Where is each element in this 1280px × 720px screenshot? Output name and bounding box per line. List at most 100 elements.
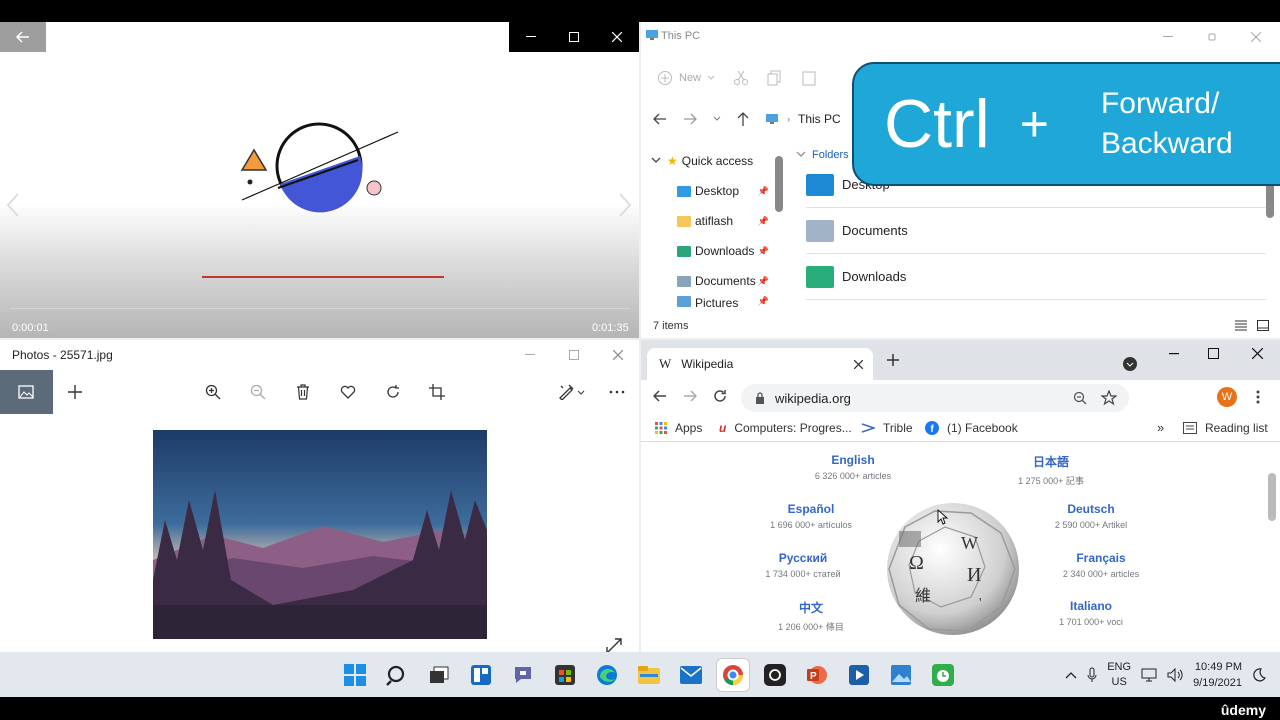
- nav-pictures[interactable]: Pictures 📌: [641, 296, 781, 310]
- reload-icon[interactable]: [713, 389, 727, 403]
- content-scrollbar[interactable]: [1266, 182, 1274, 218]
- nav-quick-access[interactable]: ★ Quick access: [641, 146, 781, 176]
- cut-icon[interactable]: [733, 70, 749, 86]
- volume-icon[interactable]: [1167, 667, 1183, 682]
- tiles-view-icon[interactable]: [1257, 320, 1269, 331]
- details-view-icon[interactable]: [1235, 320, 1247, 331]
- photos-app-icon[interactable]: [885, 659, 917, 691]
- bookmark-apps[interactable]: Apps: [655, 421, 702, 435]
- back-arrow-icon[interactable]: [0, 22, 46, 52]
- bookmark-facebook[interactable]: f (1) Facebook: [925, 420, 1018, 435]
- zoom-out-icon[interactable]: [236, 370, 281, 414]
- edge-icon[interactable]: [591, 659, 623, 691]
- paste-icon[interactable]: [801, 70, 817, 86]
- url-bar[interactable]: wikipedia.org: [741, 384, 1129, 412]
- widgets-icon[interactable]: [465, 659, 497, 691]
- maximize-icon[interactable]: [552, 22, 595, 52]
- page-scrollbar[interactable]: [1268, 473, 1276, 521]
- new-tab-icon[interactable]: [887, 354, 899, 366]
- next-icon[interactable]: [618, 192, 632, 218]
- menu-icon[interactable]: [1256, 390, 1260, 404]
- chevron-down-icon[interactable]: [713, 116, 721, 122]
- maximize-icon[interactable]: [1208, 348, 1219, 359]
- lang-french[interactable]: Français 2 340 000+ articles: [1021, 551, 1181, 579]
- language-indicator[interactable]: ENG US: [1107, 660, 1131, 690]
- crop-icon[interactable]: [415, 370, 460, 414]
- microphone-icon[interactable]: [1087, 667, 1097, 683]
- close-icon[interactable]: [596, 22, 639, 52]
- close-icon[interactable]: [1234, 22, 1278, 52]
- media-player-icon[interactable]: [843, 659, 875, 691]
- breadcrumb[interactable]: › This PC: [765, 112, 841, 126]
- search-icon[interactable]: [381, 659, 413, 691]
- file-explorer-icon[interactable]: [633, 659, 665, 691]
- folder-documents[interactable]: Documents: [806, 208, 1266, 254]
- zoom-icon[interactable]: [1073, 391, 1087, 405]
- forward-arrow-icon[interactable]: [683, 113, 697, 125]
- minimize-icon[interactable]: [1169, 353, 1179, 355]
- powerpoint-icon[interactable]: P: [801, 659, 833, 691]
- rotate-icon[interactable]: [370, 370, 415, 414]
- notification-moon-icon[interactable]: [1252, 667, 1266, 682]
- image-icon[interactable]: [0, 370, 53, 414]
- svg-text:維: 維: [915, 586, 931, 605]
- fullscreen-icon[interactable]: [604, 636, 624, 652]
- lang-russian[interactable]: Русский 1 734 000+ статей: [723, 551, 883, 579]
- current-time: 0:00:01: [12, 322, 49, 334]
- lang-english[interactable]: English 6 326 000+ articles: [773, 453, 933, 481]
- seek-bar[interactable]: [10, 308, 630, 309]
- zoom-in-icon[interactable]: [191, 370, 236, 414]
- lang-chinese[interactable]: 中文 1 206 000+ 條目: [731, 599, 891, 633]
- avatar[interactable]: W: [1217, 387, 1237, 407]
- up-arrow-icon[interactable]: [737, 112, 749, 126]
- close-icon[interactable]: [1252, 348, 1263, 359]
- add-icon[interactable]: [53, 370, 98, 414]
- bookmark-trible[interactable]: Trible: [861, 421, 913, 435]
- more-icon[interactable]: [594, 370, 639, 414]
- nav-atiflash[interactable]: atiflash 📌: [641, 206, 781, 236]
- network-icon[interactable]: [1141, 668, 1157, 682]
- close-tab-icon[interactable]: [854, 359, 863, 369]
- nav-desktop[interactable]: Desktop 📌: [641, 176, 781, 206]
- tab-wikipedia[interactable]: W Wikipedia: [647, 348, 873, 380]
- new-button[interactable]: New: [657, 70, 715, 86]
- edit-icon[interactable]: [549, 370, 594, 414]
- task-view-icon[interactable]: [423, 659, 455, 691]
- chrome-icon[interactable]: [717, 658, 749, 691]
- previous-icon[interactable]: [6, 192, 20, 218]
- minimize-icon[interactable]: [509, 22, 552, 52]
- nav-scrollbar[interactable]: [775, 156, 783, 212]
- maximize-icon[interactable]: [1190, 22, 1234, 52]
- minimize-icon[interactable]: [508, 340, 552, 370]
- heart-icon[interactable]: [325, 370, 370, 414]
- folder-downloads[interactable]: Downloads: [806, 254, 1266, 300]
- forward-arrow-icon[interactable]: [683, 390, 697, 402]
- clock[interactable]: 10:49 PM 9/19/2021: [1193, 659, 1242, 691]
- nav-documents[interactable]: Documents 📌: [641, 266, 781, 296]
- store-icon[interactable]: [549, 659, 581, 691]
- bookmark-computers[interactable]: u Computers: Progres...: [719, 421, 852, 435]
- lang-italian[interactable]: Italiano 1 701 000+ voci: [1011, 599, 1171, 627]
- back-arrow-icon[interactable]: [653, 390, 667, 402]
- delete-icon[interactable]: [281, 370, 326, 414]
- back-arrow-icon[interactable]: [653, 113, 667, 125]
- close-icon[interactable]: [596, 340, 639, 370]
- teams-chat-icon[interactable]: [507, 659, 539, 691]
- tab-search-icon[interactable]: [1123, 357, 1137, 371]
- minimize-icon[interactable]: [1146, 22, 1190, 52]
- maximize-icon[interactable]: [552, 340, 596, 370]
- bookmark-star-icon[interactable]: [1101, 390, 1117, 406]
- lang-japanese[interactable]: 日本語 1 275 000+ 記事: [971, 453, 1131, 487]
- camera-app-icon[interactable]: [759, 659, 791, 691]
- start-icon[interactable]: [339, 659, 371, 691]
- reading-list-button[interactable]: Reading list: [1183, 421, 1268, 435]
- lang-spanish[interactable]: Español 1 696 000+ artículos: [731, 502, 891, 530]
- lang-german[interactable]: Deutsch 2 590 000+ Artikel: [1011, 502, 1171, 530]
- clock-app-icon[interactable]: [927, 659, 959, 691]
- mail-icon[interactable]: [675, 659, 707, 691]
- chevron-up-icon[interactable]: [1065, 671, 1077, 679]
- nav-downloads[interactable]: Downloads 📌: [641, 236, 781, 266]
- photo-landscape: [153, 430, 487, 639]
- copy-icon[interactable]: [767, 70, 783, 86]
- chevron-more-icon[interactable]: »: [1157, 420, 1164, 435]
